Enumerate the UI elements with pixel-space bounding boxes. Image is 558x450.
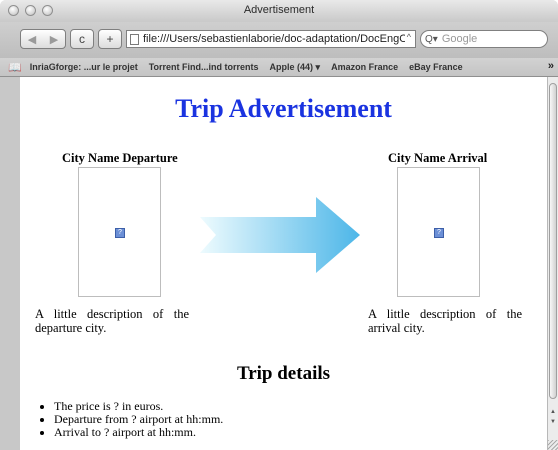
browser-window: Advertisement ◀ ▶ c + file:///Users/seba…: [0, 0, 558, 450]
search-icon[interactable]: Q▾: [425, 34, 438, 45]
page-title: Trip Advertisement: [175, 94, 392, 123]
page-content: Trip Advertisement City Name Departure ?…: [20, 77, 547, 450]
broken-image-icon: ?: [115, 228, 125, 238]
trip-details-list: The price is ? in euros. Departure from …: [20, 400, 223, 439]
bookmarks-overflow-button[interactable]: »: [548, 60, 554, 72]
add-bookmark-button[interactable]: +: [98, 29, 122, 49]
arrival-image: ?: [397, 167, 480, 297]
browser-toolbar: ◀ ▶ c + file:///Users/sebastienlaborie/d…: [0, 22, 558, 58]
rss-icon[interactable]: ^: [404, 32, 413, 42]
reload-button[interactable]: c: [70, 29, 94, 49]
search-placeholder: Google: [441, 33, 478, 45]
resize-grip-icon[interactable]: [548, 440, 558, 450]
scroll-down-icon[interactable]: ▼: [550, 419, 556, 425]
arrival-heading: City Name Arrival: [388, 151, 488, 165]
scroll-up-icon[interactable]: ▲: [550, 409, 556, 415]
forward-button[interactable]: ▶: [43, 33, 65, 46]
window-title: Advertisement: [243, 4, 315, 16]
bookmark-item[interactable]: Apple (44) ▾: [270, 62, 321, 73]
departure-description: A little description of the departure ci…: [35, 307, 189, 335]
title-bar[interactable]: Advertisement: [0, 0, 558, 22]
right-arrow-graphic: [200, 197, 360, 273]
bookmark-item[interactable]: InriaGforge: ...ur le projet: [30, 62, 138, 72]
departure-heading: City Name Departure: [62, 151, 178, 165]
url-text: file:///Users/sebastienlaborie/doc-adapt…: [143, 33, 408, 45]
trip-details-heading: Trip details: [236, 363, 331, 384]
scrollbar-thumb[interactable]: [549, 83, 557, 399]
back-forward-buttons: ◀ ▶: [20, 29, 66, 49]
bookmarks-bar: 📖 InriaGforge: ...ur le projet Torrent F…: [0, 58, 558, 77]
vertical-scrollbar[interactable]: ▲ ▼: [547, 77, 558, 450]
list-item: Arrival to ? airport at hh:mm.: [54, 426, 223, 439]
broken-image-icon: ?: [434, 228, 444, 238]
window-left-edge: [0, 77, 20, 450]
departure-image: ?: [78, 167, 161, 297]
search-field[interactable]: Q▾ Google: [420, 30, 548, 48]
address-bar[interactable]: file:///Users/sebastienlaborie/doc-adapt…: [126, 30, 416, 48]
file-icon: [130, 33, 139, 45]
arrival-description: A little description of the arrival city…: [368, 307, 522, 335]
bookmark-item[interactable]: Torrent Find...ind torrents: [149, 62, 259, 72]
bookmark-item[interactable]: Amazon France: [331, 62, 398, 72]
bookmark-item[interactable]: eBay France: [409, 62, 463, 72]
back-button[interactable]: ◀: [21, 33, 43, 46]
book-icon[interactable]: 📖: [8, 61, 22, 74]
